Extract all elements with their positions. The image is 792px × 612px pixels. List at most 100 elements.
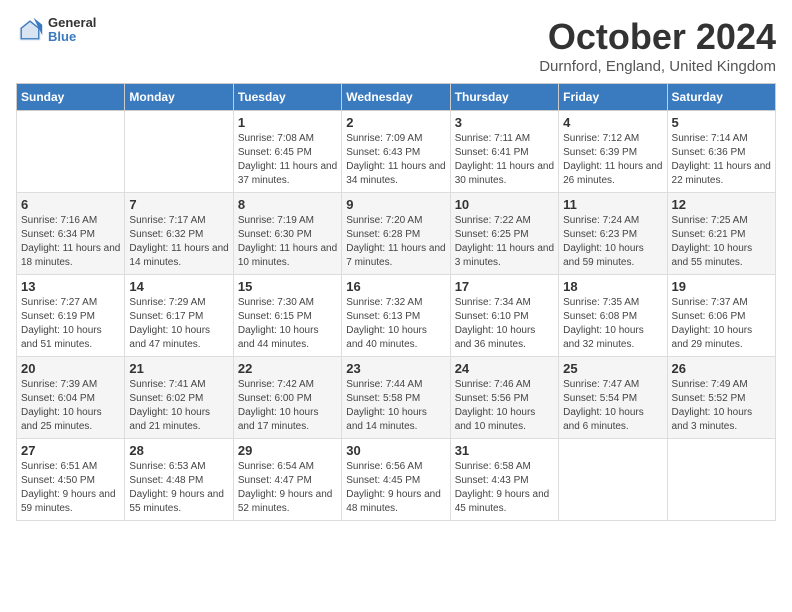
calendar-cell: 29 Sunrise: 6:54 AM Sunset: 4:47 PM Dayli… bbox=[233, 439, 341, 521]
day-number: 20 bbox=[21, 361, 120, 376]
weekday-header-tuesday: Tuesday bbox=[233, 84, 341, 111]
weekday-header-sunday: Sunday bbox=[17, 84, 125, 111]
day-info: Sunrise: 7:19 AM Sunset: 6:30 PM Dayligh… bbox=[238, 214, 337, 270]
day-number: 12 bbox=[672, 197, 771, 212]
weekday-header-wednesday: Wednesday bbox=[342, 84, 450, 111]
day-info: Sunrise: 6:54 AM Sunset: 4:47 PM Dayligh… bbox=[238, 460, 337, 516]
day-info: Sunrise: 7:29 AM Sunset: 6:17 PM Dayligh… bbox=[129, 296, 228, 352]
calendar-cell: 24Sunrise: 7:46 AM Sunset: 5:56 PM Dayli… bbox=[450, 357, 558, 439]
day-number: 30 bbox=[346, 443, 445, 458]
day-info: Sunrise: 7:22 AM Sunset: 6:25 PM Dayligh… bbox=[455, 214, 554, 270]
calendar-cell bbox=[17, 111, 125, 193]
day-info: Sunrise: 7:12 AM Sunset: 6:39 PM Dayligh… bbox=[563, 132, 662, 188]
day-info: Sunrise: 7:41 AM Sunset: 6:02 PM Dayligh… bbox=[129, 378, 228, 434]
calendar-cell: 19Sunrise: 7:37 AM Sunset: 6:06 PM Dayli… bbox=[667, 275, 775, 357]
month-title: October 2024 bbox=[539, 16, 776, 58]
day-number: 28 bbox=[129, 443, 228, 458]
day-number: 7 bbox=[129, 197, 228, 212]
day-number: 29 bbox=[238, 443, 337, 458]
calendar-week-5: 27Sunrise: 6:51 AM Sunset: 4:50 PM Dayli… bbox=[17, 439, 776, 521]
calendar-header: SundayMondayTuesdayWednesdayThursdayFrid… bbox=[17, 84, 776, 111]
day-info: Sunrise: 7:30 AM Sunset: 6:15 PM Dayligh… bbox=[238, 296, 337, 352]
calendar-cell bbox=[667, 439, 775, 521]
calendar-week-1: 1Sunrise: 7:08 AM Sunset: 6:45 PM Daylig… bbox=[17, 111, 776, 193]
day-info: Sunrise: 7:32 AM Sunset: 6:13 PM Dayligh… bbox=[346, 296, 445, 352]
calendar-cell: 27Sunrise: 6:51 AM Sunset: 4:50 PM Dayli… bbox=[17, 439, 125, 521]
day-info: Sunrise: 7:25 AM Sunset: 6:21 PM Dayligh… bbox=[672, 214, 771, 270]
day-info: Sunrise: 7:24 AM Sunset: 6:23 PM Dayligh… bbox=[563, 214, 662, 270]
calendar-week-3: 13 Sunrise: 7:27 AM Sunset: 6:19 PM Dayli… bbox=[17, 275, 776, 357]
day-number: 16 bbox=[346, 279, 445, 294]
day-number: 2 bbox=[346, 115, 445, 130]
calendar-cell: 22 Sunrise: 7:42 AM Sunset: 6:00 PM Dayli… bbox=[233, 357, 341, 439]
calendar-cell: 7 Sunrise: 7:17 AM Sunset: 6:32 PM Daylig… bbox=[125, 193, 233, 275]
day-info: Sunrise: 7:20 AM Sunset: 6:28 PM Dayligh… bbox=[346, 214, 445, 270]
day-info: Sunrise: 6:53 AM Sunset: 4:48 PM Dayligh… bbox=[129, 460, 228, 516]
logo-icon bbox=[16, 16, 44, 44]
day-info: Sunrise: 6:51 AM Sunset: 4:50 PM Dayligh… bbox=[21, 460, 120, 516]
day-number: 9 bbox=[346, 197, 445, 212]
day-info: Sunrise: 7:47 AM Sunset: 5:54 PM Dayligh… bbox=[563, 378, 662, 434]
day-info: Sunrise: 7:08 AM Sunset: 6:45 PM Dayligh… bbox=[238, 132, 337, 188]
weekday-header-thursday: Thursday bbox=[450, 84, 558, 111]
day-number: 6 bbox=[21, 197, 120, 212]
day-info: Sunrise: 6:56 AM Sunset: 4:45 PM Dayligh… bbox=[346, 460, 445, 516]
day-info: Sunrise: 7:39 AM Sunset: 6:04 PM Dayligh… bbox=[21, 378, 120, 434]
day-number: 18 bbox=[563, 279, 662, 294]
day-number: 25 bbox=[563, 361, 662, 376]
day-number: 31 bbox=[455, 443, 554, 458]
day-info: Sunrise: 7:49 AM Sunset: 5:52 PM Dayligh… bbox=[672, 378, 771, 434]
calendar-cell: 6 Sunrise: 7:16 AM Sunset: 6:34 PM Daylig… bbox=[17, 193, 125, 275]
calendar-cell bbox=[559, 439, 667, 521]
weekday-header-friday: Friday bbox=[559, 84, 667, 111]
calendar-cell: 8 Sunrise: 7:19 AM Sunset: 6:30 PM Daylig… bbox=[233, 193, 341, 275]
day-number: 14 bbox=[129, 279, 228, 294]
calendar-cell: 21 Sunrise: 7:41 AM Sunset: 6:02 PM Dayli… bbox=[125, 357, 233, 439]
day-number: 4 bbox=[563, 115, 662, 130]
day-number: 8 bbox=[238, 197, 337, 212]
title-block: October 2024 Durnford, England, United K… bbox=[539, 16, 776, 75]
day-number: 11 bbox=[563, 197, 662, 212]
weekday-header-saturday: Saturday bbox=[667, 84, 775, 111]
day-info: Sunrise: 7:11 AM Sunset: 6:41 PM Dayligh… bbox=[455, 132, 554, 188]
calendar-table: SundayMondayTuesdayWednesdayThursdayFrid… bbox=[16, 83, 776, 521]
day-info: Sunrise: 7:16 AM Sunset: 6:34 PM Dayligh… bbox=[21, 214, 120, 270]
calendar-cell: 12 Sunrise: 7:25 AM Sunset: 6:21 PM Dayli… bbox=[667, 193, 775, 275]
calendar-body: 1Sunrise: 7:08 AM Sunset: 6:45 PM Daylig… bbox=[17, 111, 776, 521]
weekday-header-row: SundayMondayTuesdayWednesdayThursdayFrid… bbox=[17, 84, 776, 111]
calendar-cell: 26Sunrise: 7:49 AM Sunset: 5:52 PM Dayli… bbox=[667, 357, 775, 439]
calendar-cell: 25 Sunrise: 7:47 AM Sunset: 5:54 PM Dayli… bbox=[559, 357, 667, 439]
day-info: Sunrise: 7:27 AM Sunset: 6:19 PM Dayligh… bbox=[21, 296, 120, 352]
day-info: Sunrise: 6:58 AM Sunset: 4:43 PM Dayligh… bbox=[455, 460, 554, 516]
location: Durnford, England, United Kingdom bbox=[539, 58, 776, 75]
day-info: Sunrise: 7:14 AM Sunset: 6:36 PM Dayligh… bbox=[672, 132, 771, 188]
calendar-cell: 5Sunrise: 7:14 AM Sunset: 6:36 PM Daylig… bbox=[667, 111, 775, 193]
calendar-cell: 23Sunrise: 7:44 AM Sunset: 5:58 PM Dayli… bbox=[342, 357, 450, 439]
logo-line1: General bbox=[48, 16, 96, 30]
page-header: General Blue October 2024 Durnford, Engl… bbox=[16, 16, 776, 75]
calendar-cell: 31 Sunrise: 6:58 AM Sunset: 4:43 PM Dayli… bbox=[450, 439, 558, 521]
calendar-cell: 4 Sunrise: 7:12 AM Sunset: 6:39 PM Daylig… bbox=[559, 111, 667, 193]
calendar-cell: 1Sunrise: 7:08 AM Sunset: 6:45 PM Daylig… bbox=[233, 111, 341, 193]
day-number: 22 bbox=[238, 361, 337, 376]
logo-text: General Blue bbox=[48, 16, 96, 45]
calendar-cell: 2 Sunrise: 7:09 AM Sunset: 6:43 PM Daylig… bbox=[342, 111, 450, 193]
day-number: 23 bbox=[346, 361, 445, 376]
day-info: Sunrise: 7:17 AM Sunset: 6:32 PM Dayligh… bbox=[129, 214, 228, 270]
day-info: Sunrise: 7:34 AM Sunset: 6:10 PM Dayligh… bbox=[455, 296, 554, 352]
day-info: Sunrise: 7:09 AM Sunset: 6:43 PM Dayligh… bbox=[346, 132, 445, 188]
calendar-cell: 13 Sunrise: 7:27 AM Sunset: 6:19 PM Dayli… bbox=[17, 275, 125, 357]
calendar-week-2: 6 Sunrise: 7:16 AM Sunset: 6:34 PM Daylig… bbox=[17, 193, 776, 275]
day-number: 10 bbox=[455, 197, 554, 212]
day-info: Sunrise: 7:46 AM Sunset: 5:56 PM Dayligh… bbox=[455, 378, 554, 434]
calendar-cell: 18 Sunrise: 7:35 AM Sunset: 6:08 PM Dayli… bbox=[559, 275, 667, 357]
logo-line2: Blue bbox=[48, 30, 96, 44]
day-info: Sunrise: 7:42 AM Sunset: 6:00 PM Dayligh… bbox=[238, 378, 337, 434]
day-number: 13 bbox=[21, 279, 120, 294]
calendar-cell: 15 Sunrise: 7:30 AM Sunset: 6:15 PM Dayli… bbox=[233, 275, 341, 357]
day-number: 15 bbox=[238, 279, 337, 294]
day-number: 21 bbox=[129, 361, 228, 376]
day-info: Sunrise: 7:35 AM Sunset: 6:08 PM Dayligh… bbox=[563, 296, 662, 352]
calendar-cell: 17Sunrise: 7:34 AM Sunset: 6:10 PM Dayli… bbox=[450, 275, 558, 357]
day-info: Sunrise: 7:37 AM Sunset: 6:06 PM Dayligh… bbox=[672, 296, 771, 352]
